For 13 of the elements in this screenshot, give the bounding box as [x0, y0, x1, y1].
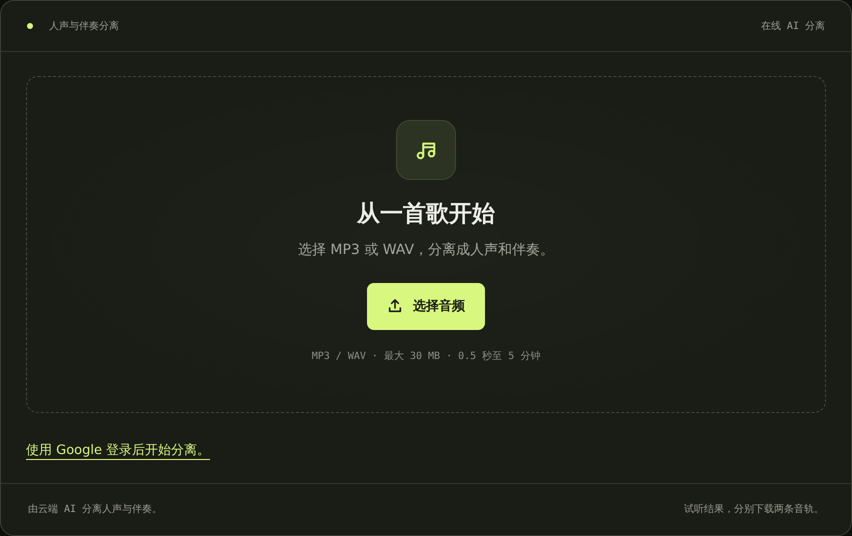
app-title: 人声与伴奏分离	[49, 20, 119, 33]
upload-description: 选择 MP3 或 WAV，分离成人声和伴奏。	[298, 240, 554, 259]
music-note-icon	[396, 120, 456, 180]
google-login-link[interactable]: 使用 Google 登录后开始分离。	[26, 442, 210, 460]
upload-heading: 从一首歌开始	[357, 200, 495, 229]
footer-note: 由云端 AI 分离人声与伴奏。	[28, 502, 162, 516]
file-limits: MP3 / WAV · 最大 30 MB · 0.5 秒至 5 分钟	[312, 350, 540, 363]
footer-hint: 试听结果，分别下载两条音轨。	[684, 502, 824, 516]
choose-audio-button[interactable]: 选择音频	[367, 282, 485, 330]
upload-dropzone[interactable]: 从一首歌开始 选择 MP3 或 WAV，分离成人声和伴奏。 选择音频 MP3 / WAV · 最大 30 MB · 0.5 秒至 5 分钟	[26, 76, 826, 413]
mode-label: 在线 AI 分离	[760, 20, 825, 33]
upload-icon	[387, 298, 403, 314]
status-dot	[27, 22, 33, 29]
